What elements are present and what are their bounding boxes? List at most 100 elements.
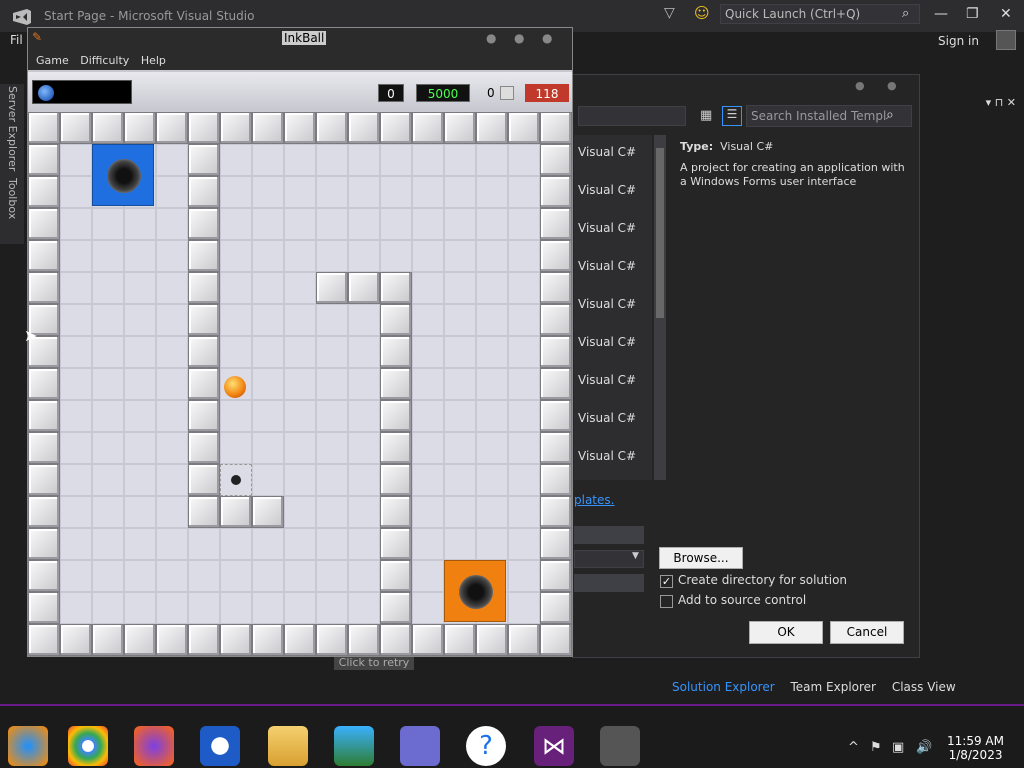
floor-tile — [60, 464, 92, 496]
network-icon[interactable] — [334, 726, 374, 766]
character-icon[interactable] — [400, 726, 440, 766]
wall-block — [476, 112, 508, 144]
list-item[interactable]: Visual C# — [578, 449, 636, 463]
help-icon[interactable]: ? — [466, 726, 506, 766]
floor-tile — [220, 208, 252, 240]
floor-tile — [508, 272, 540, 304]
sort-dropdown[interactable] — [578, 106, 686, 126]
list-item[interactable]: Visual C# — [578, 221, 636, 235]
floor-tile — [284, 304, 316, 336]
wall-block — [92, 624, 124, 656]
list-item[interactable]: Visual C# — [578, 411, 636, 425]
tab-team-explorer[interactable]: Team Explorer — [791, 680, 877, 694]
browse-button[interactable]: Browse... — [659, 547, 743, 569]
file-explorer-icon[interactable] — [268, 726, 308, 766]
list-item[interactable]: Visual C# — [578, 297, 636, 311]
floor-tile — [508, 496, 540, 528]
quick-launch-input[interactable]: Quick Launch (Ctrl+Q) — [720, 4, 920, 24]
floor-tile — [220, 592, 252, 624]
name-field[interactable] — [574, 526, 644, 544]
dialog-close-icon[interactable]: ● — [887, 79, 897, 92]
retry-label[interactable]: Click to retry — [334, 656, 414, 670]
restore-button[interactable]: ❐ — [966, 6, 979, 22]
filter-icon[interactable]: ▽ — [664, 5, 675, 21]
floor-tile — [60, 144, 92, 176]
floor-tile — [348, 400, 380, 432]
wall-block — [412, 624, 444, 656]
floor-tile — [92, 240, 124, 272]
create-directory-checkbox[interactable]: ✓ — [660, 575, 673, 588]
minimize-button[interactable]: ● — [486, 31, 496, 45]
maximize-button[interactable]: ● — [514, 31, 524, 45]
floor-tile — [508, 336, 540, 368]
template-list: Visual C# Visual C# Visual C# Visual C# … — [574, 135, 652, 480]
floor-tile — [284, 336, 316, 368]
media-player-icon[interactable] — [8, 726, 48, 766]
network-tray-icon[interactable]: ▣ — [892, 740, 904, 755]
wall-block — [220, 624, 252, 656]
clock[interactable]: 11:59 AM 1/8/2023 — [947, 734, 1004, 762]
flag-icon[interactable]: ⚑ — [870, 740, 882, 755]
source-control-checkbox[interactable] — [660, 595, 673, 608]
chevron-down-icon[interactable]: ▼ — [632, 551, 639, 561]
minimize-button[interactable]: — — [934, 6, 948, 22]
floor-tile — [92, 528, 124, 560]
menu-file[interactable]: Fil — [10, 33, 23, 47]
list-item[interactable]: Visual C# — [578, 373, 636, 387]
floor-tile — [252, 304, 284, 336]
obama-icon[interactable] — [200, 726, 240, 766]
chrome-icon[interactable] — [68, 726, 108, 766]
list-item[interactable]: Visual C# — [578, 145, 636, 159]
floor-tile — [156, 240, 188, 272]
scrollbar-thumb[interactable] — [656, 148, 664, 318]
close-button[interactable]: ● — [542, 31, 552, 45]
firefox-icon[interactable] — [134, 726, 174, 766]
wall-block — [380, 624, 412, 656]
grid-view-icon[interactable]: ▦ — [700, 108, 712, 123]
list-view-icon[interactable]: ☰ — [722, 106, 742, 126]
sign-in-link[interactable]: Sign in — [938, 34, 979, 48]
volume-icon[interactable]: 🔊 — [916, 740, 932, 755]
tab-server-explorer[interactable]: Server Explorer — [6, 86, 19, 171]
visual-studio-icon[interactable]: ⋈ — [534, 726, 574, 766]
floor-tile — [124, 400, 156, 432]
menu-game[interactable]: Game — [36, 54, 69, 67]
floor-tile — [188, 560, 220, 592]
floor-tile — [252, 528, 284, 560]
floor-tile — [284, 368, 316, 400]
dialog-help-icon[interactable]: ● — [855, 79, 865, 92]
floor-tile — [220, 144, 252, 176]
wall-block — [316, 112, 348, 144]
search-icon[interactable]: ⌕ — [902, 6, 916, 21]
menu-help[interactable]: Help — [141, 54, 166, 67]
wall-block — [188, 432, 220, 464]
floor-tile — [476, 240, 508, 272]
floor-tile — [508, 528, 540, 560]
panel-controls[interactable]: ▾ ⊓ ✕ — [656, 96, 1016, 109]
menu-difficulty[interactable]: Difficulty — [80, 54, 129, 67]
inkball-icon[interactable] — [600, 726, 640, 766]
tab-class-view[interactable]: Class View — [892, 680, 956, 694]
list-item[interactable]: Visual C# — [578, 335, 636, 349]
online-templates-link[interactable]: plates. — [574, 493, 614, 507]
show-hidden-icons-icon[interactable]: ^ — [848, 740, 859, 755]
floor-tile — [476, 336, 508, 368]
search-icon[interactable]: ⌕ — [886, 107, 894, 123]
floor-tile — [476, 304, 508, 336]
feedback-smiley-icon[interactable]: ☺ — [694, 4, 710, 22]
tab-toolbox[interactable]: Toolbox — [6, 178, 19, 219]
floor-tile — [476, 528, 508, 560]
list-item[interactable]: Visual C# — [578, 183, 636, 197]
floor-tile — [508, 592, 540, 624]
ok-button[interactable]: OK — [749, 621, 823, 644]
avatar[interactable] — [996, 30, 1016, 50]
close-button[interactable]: ✕ — [1000, 6, 1012, 22]
game-board[interactable] — [28, 112, 572, 656]
floor-tile — [380, 208, 412, 240]
wall-block — [188, 496, 220, 528]
solution-name-field[interactable] — [574, 574, 644, 592]
tab-solution-explorer[interactable]: Solution Explorer — [672, 680, 775, 694]
cancel-button[interactable]: Cancel — [830, 621, 904, 644]
floor-tile — [380, 176, 412, 208]
list-item[interactable]: Visual C# — [578, 259, 636, 273]
